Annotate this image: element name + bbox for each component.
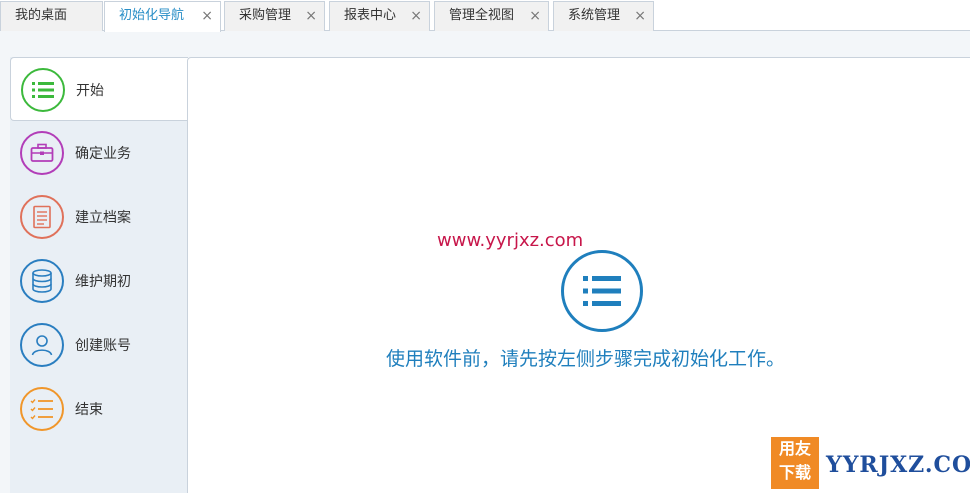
logo-line-1: 用友 xyxy=(778,439,811,458)
tab-management-overview[interactable]: 管理全视图 × xyxy=(434,1,549,31)
tab-init-guide[interactable]: 初始化导航 × xyxy=(104,1,221,32)
checklist-icon xyxy=(20,387,64,431)
site-logo-text: YYRJXZ.COM xyxy=(826,452,970,478)
close-icon[interactable]: × xyxy=(529,2,541,30)
nav-item-label: 开始 xyxy=(76,83,104,99)
list-icon xyxy=(561,250,643,332)
tab-my-desktop[interactable]: 我的桌面 xyxy=(0,1,103,31)
tab-label: 报表中心 xyxy=(344,8,397,23)
database-icon xyxy=(20,259,64,303)
nav-item-create-account[interactable]: 创建账号 xyxy=(10,313,188,377)
close-icon[interactable]: × xyxy=(201,2,213,30)
nav-item-finish[interactable]: 结束 xyxy=(10,377,188,441)
briefcase-icon xyxy=(20,131,64,175)
tab-label: 采购管理 xyxy=(239,8,292,23)
logo-line-2: 下载 xyxy=(778,463,811,482)
tab-report-center[interactable]: 报表中心 × xyxy=(329,1,430,31)
nav-item-label: 创建账号 xyxy=(75,338,131,354)
site-logo: 用友 下载 xyxy=(771,437,819,489)
user-icon xyxy=(20,323,64,367)
init-step-nav: 开始 确定业务 建立档案 维护期初 创建账号 结束 xyxy=(10,57,188,493)
nav-item-label: 维护期初 xyxy=(75,274,131,290)
tab-label: 系统管理 xyxy=(568,8,621,23)
watermark-url: www.yyrjxz.com xyxy=(437,230,584,251)
tab-label: 我的桌面 xyxy=(15,8,68,23)
tab-bar: 我的桌面 初始化导航 × 采购管理 × 报表中心 × 管理全视图 × 系统管理 … xyxy=(0,0,970,32)
list-icon xyxy=(21,68,65,112)
document-icon xyxy=(20,195,64,239)
nav-item-label: 确定业务 xyxy=(75,146,131,162)
tab-label: 管理全视图 xyxy=(449,8,515,23)
nav-item-maintain-opening[interactable]: 维护期初 xyxy=(10,249,188,313)
nav-item-label: 结束 xyxy=(75,402,103,418)
tab-system-management[interactable]: 系统管理 × xyxy=(553,1,654,31)
close-icon[interactable]: × xyxy=(305,2,317,30)
init-hint-text: 使用软件前，请先按左侧步骤完成初始化工作。 xyxy=(386,348,786,370)
tab-purchase-management[interactable]: 采购管理 × xyxy=(224,1,325,31)
nav-item-create-archives[interactable]: 建立档案 xyxy=(10,185,188,249)
nav-item-start[interactable]: 开始 xyxy=(10,57,188,121)
tab-label: 初始化导航 xyxy=(119,8,185,23)
close-icon[interactable]: × xyxy=(634,2,646,30)
close-icon[interactable]: × xyxy=(410,2,422,30)
init-guide-panel: www.yyrjxz.com 使用软件前，请先按左侧步骤完成初始化工作。 xyxy=(187,57,970,493)
nav-item-label: 建立档案 xyxy=(75,210,131,226)
nav-item-confirm-business[interactable]: 确定业务 xyxy=(10,121,188,185)
